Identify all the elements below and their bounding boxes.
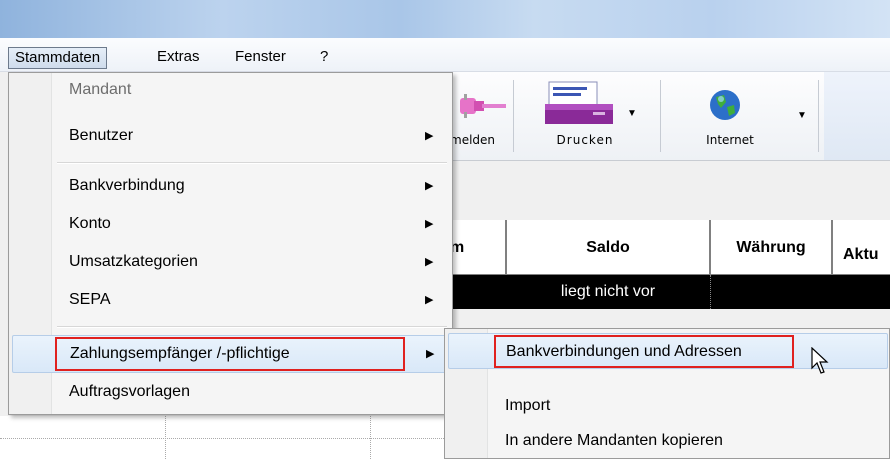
toolbar-label-internet[interactable]: Internet [695,133,765,147]
chevron-down-icon[interactable]: ▼ [627,108,637,119]
submenu-arrow-icon: ▶ [425,130,434,142]
table-row[interactable]: liegt nicht vor [450,275,890,309]
menu-separator [57,326,447,328]
mouse-pointer-icon [811,346,831,375]
toolbar-label-melden[interactable]: melden [450,133,510,147]
toolbar-separator [513,80,514,152]
menu-stammdaten[interactable]: Stammdaten [8,47,108,69]
submenu-arrow-icon: ▶ [425,294,434,306]
menu-item-label: Benutzer [69,127,134,144]
toolbar-separator [660,80,661,152]
plug-icon [460,92,506,122]
column-header-waehrung[interactable]: Währung [710,220,832,275]
grid-line [370,416,372,459]
grid-line [165,416,167,459]
menu-item-label: Auftragsvorlagen [69,383,190,400]
highlight-box [494,335,794,368]
menu-item-label: SEPA [69,291,111,308]
menu-help[interactable]: ? [314,47,334,69]
globe-icon [708,88,742,122]
stammdaten-dropdown-menu: Mandant Benutzer ▶ Bankverbindung ▶ Kont… [8,72,453,415]
menu-item-auftragsvorlagen[interactable]: Auftragsvorlagen [12,375,449,409]
column-header-aktuell[interactable]: Aktu [832,220,890,275]
toolbar: melden ▼ Drucken ▼ Internet [450,72,890,161]
grid-line [0,438,444,440]
submenu-arrow-icon: ▶ [426,348,435,360]
highlight-box [55,337,405,371]
menu-fenster[interactable]: Fenster [229,47,292,69]
menu-item-label: Mandant [69,81,132,98]
menu-item-benutzer[interactable]: Benutzer ▶ [12,119,449,153]
menu-item-bankverbindung[interactable]: Bankverbindung ▶ [12,169,449,203]
submenu-item-kopieren[interactable]: In andere Mandanten kopieren [448,423,888,459]
menu-item-konto[interactable]: Konto ▶ [12,207,449,241]
menu-extras[interactable]: Extras [151,47,206,69]
window-titlebar [0,0,890,38]
submenu-arrow-icon: ▶ [425,218,434,230]
toolbar-label-drucken[interactable]: Drucken [550,133,620,147]
menu-item-label: In andere Mandanten kopieren [505,432,723,449]
menu-item-label: Bankverbindung [69,177,185,194]
menu-item-umsatzkategorien[interactable]: Umsatzkategorien ▶ [12,245,449,279]
submenu-item-import[interactable]: Import [448,388,888,424]
menu-item-sepa[interactable]: SEPA ▶ [12,283,449,317]
submenu-arrow-icon: ▶ [425,180,434,192]
toolbar-empty-area [824,72,890,160]
grid-lower-area [0,416,444,459]
column-header[interactable]: m [450,220,506,275]
printer-icon [545,80,615,126]
toolbar-separator [818,80,819,152]
table-cell-saldo: liegt nicht vor [506,275,711,309]
column-header-saldo[interactable]: Saldo [506,220,710,275]
menu-item-label: Umsatzkategorien [69,253,198,270]
menu-item-label: Import [505,397,551,414]
menu-bar: Stammdaten Extras Fenster ? [0,38,890,72]
chevron-down-icon[interactable]: ▼ [797,110,807,121]
menu-item-label: Konto [69,215,111,232]
menu-item-mandant: Mandant [12,73,449,107]
zahlungsempfaenger-submenu: Bankverbindungen und Adressen Import In … [444,328,890,459]
submenu-arrow-icon: ▶ [425,256,434,268]
menu-separator [57,162,447,164]
